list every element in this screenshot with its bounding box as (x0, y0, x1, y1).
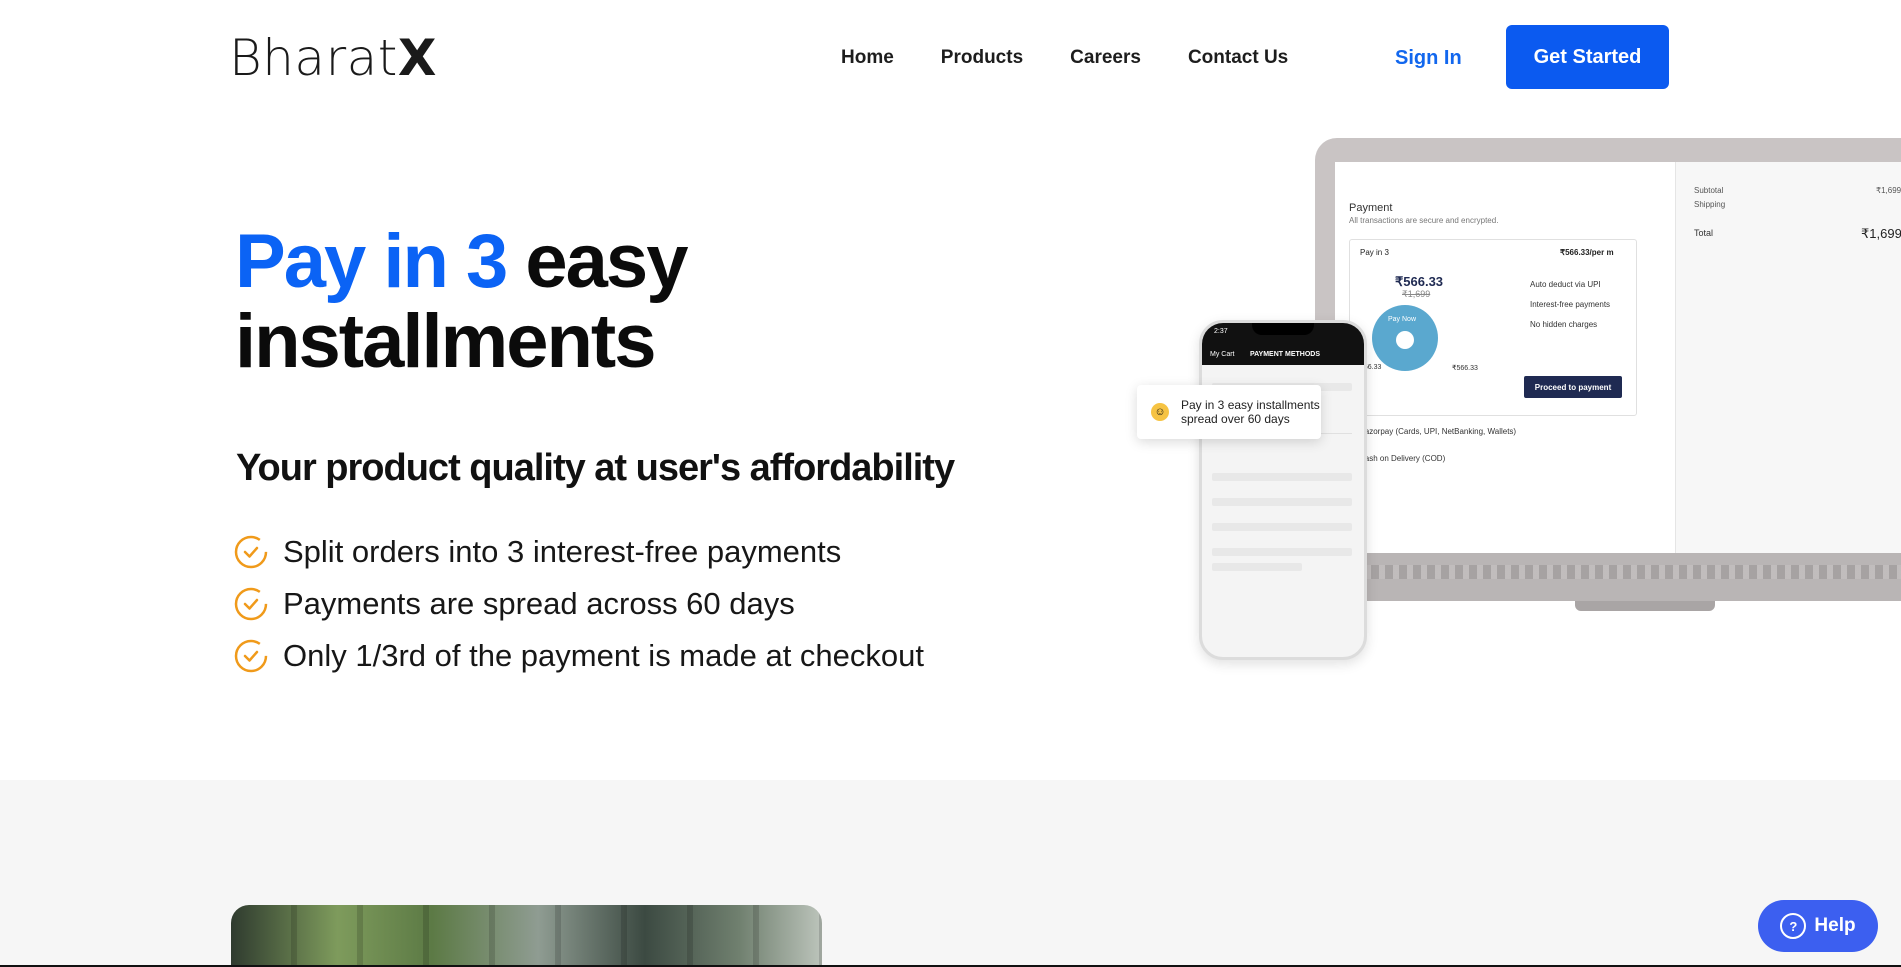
feature-item: Split orders into 3 interest-free paymen… (234, 526, 924, 578)
feature-text: Split orders into 3 interest-free paymen… (283, 534, 842, 569)
logo-mark: X (397, 29, 437, 87)
razorpay-option[interactable]: Razorpay (Cards, UPI, NetBanking, Wallet… (1359, 427, 1516, 436)
phone-row (1212, 563, 1302, 571)
phone-mockup: 2:37 My Cart PAYMENT METHODS (1199, 320, 1367, 660)
phone-row (1212, 523, 1352, 531)
laptop-mockup: Payment All transactions are secure and … (1315, 138, 1901, 638)
pay-in-3-label: Pay in 3 (1360, 248, 1389, 257)
perk-upi: Auto deduct via UPI (1530, 280, 1601, 289)
feature-item: Only 1/3rd of the payment is made at che… (234, 630, 924, 682)
hero-photo (231, 905, 822, 967)
headline-rest: easy (525, 219, 688, 304)
bharatx-logo[interactable]: BharatX (229, 30, 437, 86)
laptop-trackpad (1575, 601, 1715, 611)
proceed-to-payment-button[interactable]: Proceed to payment (1524, 376, 1622, 398)
installment-tooltip: ☺ Pay in 3 easy installments spread over… (1137, 385, 1321, 439)
payment-title: Payment (1349, 202, 1393, 214)
phone-row (1212, 473, 1352, 481)
headline-highlight: Pay in 3 (235, 219, 508, 304)
tooltip-text: Pay in 3 easy installments spread over 6… (1181, 398, 1320, 426)
nav-products[interactable]: Products (941, 44, 1023, 72)
laptop-keyboard (1315, 553, 1901, 601)
check-circle-icon (234, 587, 268, 621)
subtotal-value: ₹1,699 (1876, 186, 1901, 195)
phone-time: 2:37 (1214, 328, 1228, 335)
subtotal-label: Subtotal (1694, 186, 1724, 195)
phone-notch (1252, 323, 1314, 335)
laptop-screen: Payment All transactions are secure and … (1335, 162, 1901, 572)
phone-title: PAYMENT METHODS (1250, 351, 1321, 358)
help-button[interactable]: ? Help (1758, 900, 1878, 952)
installment-pie-chart (1372, 305, 1438, 371)
phone-row (1212, 548, 1352, 556)
smile-emoji-icon: ☺ (1151, 403, 1169, 421)
phone-row (1212, 498, 1352, 506)
hero-subheading: Your product quality at user's affordabi… (236, 447, 955, 489)
help-label: Help (1814, 915, 1856, 936)
price-now: ₹566.33 (1395, 274, 1444, 289)
pay-now-label: Pay Now (1388, 316, 1417, 323)
total-label: Total (1694, 228, 1714, 238)
total-value: ₹1,699.0 (1861, 226, 1901, 241)
per-month: ₹566.33/per m (1560, 248, 1614, 257)
feature-text: Payments are spread across 60 days (283, 586, 795, 621)
phone-header: 2:37 My Cart PAYMENT METHODS (1202, 323, 1364, 365)
check-circle-icon (234, 639, 268, 673)
payment-subtitle: All transactions are secure and encrypte… (1349, 216, 1499, 225)
get-started-button[interactable]: Get Started (1506, 25, 1669, 89)
phone-back-link[interactable]: My Cart (1210, 351, 1235, 358)
question-icon: ? (1780, 913, 1807, 939)
check-circle-icon (234, 535, 268, 569)
sign-in-link[interactable]: Sign In (1395, 44, 1462, 72)
headline-line2: installments (235, 299, 656, 384)
nav-careers[interactable]: Careers (1070, 44, 1141, 72)
price-old: ₹1,699 (1402, 289, 1431, 299)
main-nav: Home Products Careers Contact Us (841, 44, 1288, 72)
perk-no-hidden: No hidden charges (1530, 320, 1598, 329)
perk-interest-free: Interest-free payments (1530, 300, 1611, 309)
checkout-pane: Payment All transactions are secure and … (1335, 162, 1655, 572)
feature-list: Split orders into 3 interest-free paymen… (234, 526, 924, 682)
order-summary-pane: Subtotal ₹1,699 Shipping Total ₹1,699.0 (1675, 162, 1901, 572)
feature-item: Payments are spread across 60 days (234, 578, 924, 630)
shipping-label: Shipping (1694, 200, 1726, 209)
nav-contact-us[interactable]: Contact Us (1188, 44, 1288, 72)
installment-right: ₹566.33 (1452, 365, 1478, 372)
nav-home[interactable]: Home (841, 44, 894, 72)
hero-headline: Pay in 3 easy installments (235, 219, 688, 384)
logo-text: Bharat (229, 29, 398, 87)
cod-option[interactable]: Cash on Delivery (COD) (1359, 454, 1445, 463)
feature-text: Only 1/3rd of the payment is made at che… (283, 638, 925, 673)
